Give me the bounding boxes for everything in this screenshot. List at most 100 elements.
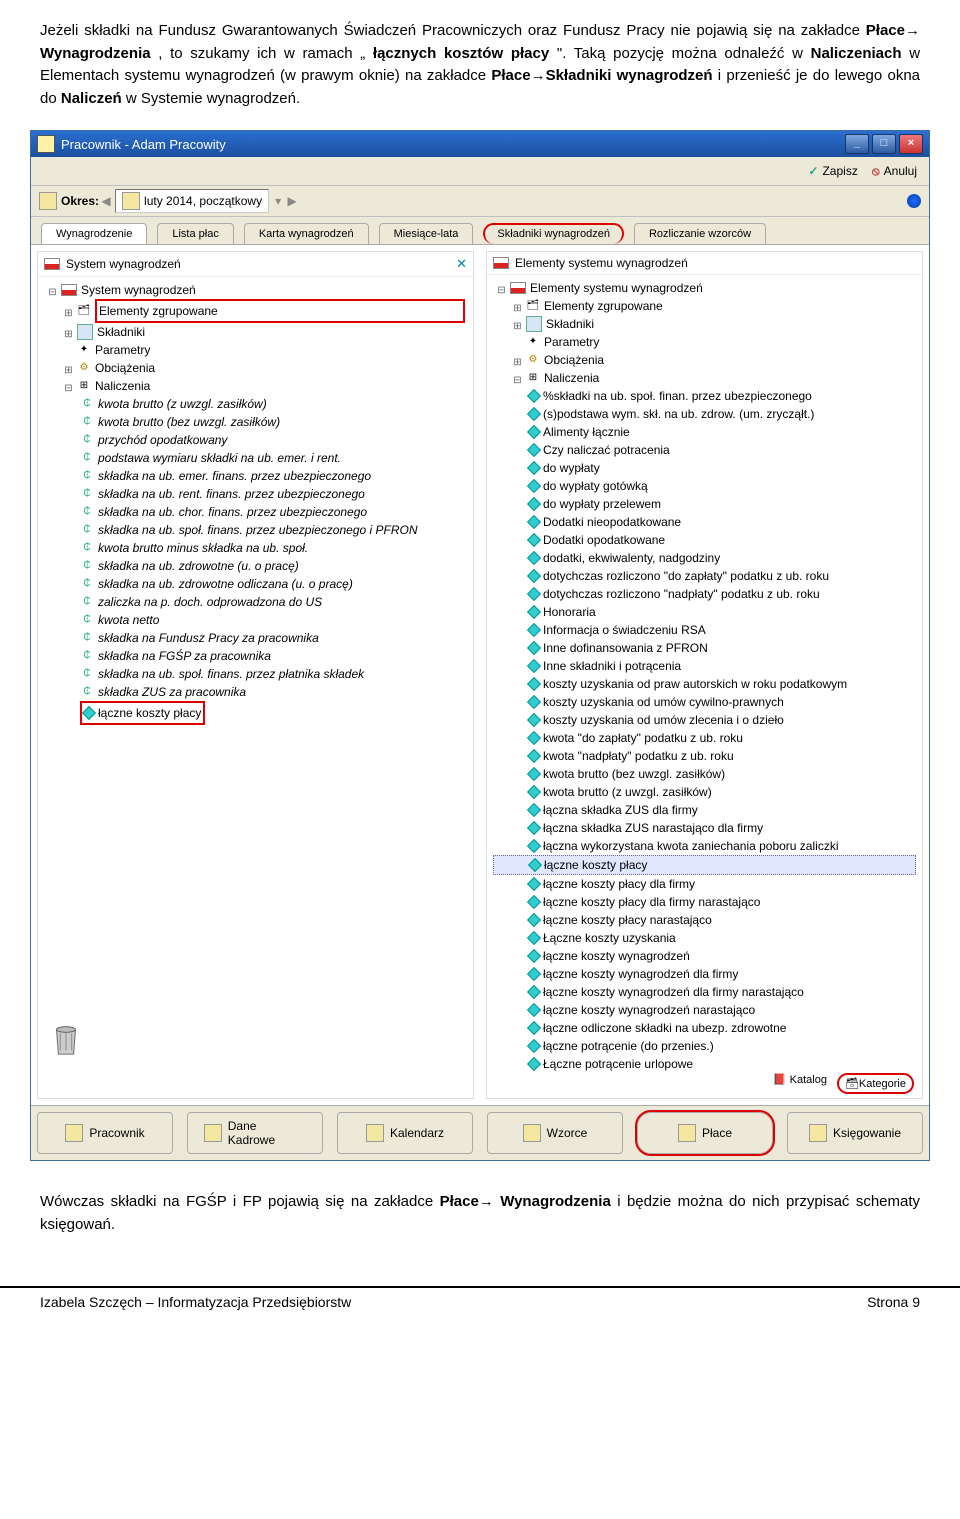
tree-item[interactable]: ₵składka na FGŚP za pracownika <box>44 647 467 665</box>
tab-wzorce[interactable]: Wzorce <box>487 1112 623 1154</box>
tab-place[interactable]: Płace <box>637 1112 773 1154</box>
tab-skladniki-wynagrodzen[interactable]: Składniki wynagrodzeń <box>483 223 624 244</box>
tree-item[interactable]: ₵składka na ub. emer. finans. przez ubez… <box>44 467 467 485</box>
tree-item[interactable]: ₵składka na ub. społ. finans. przez ubez… <box>44 521 467 539</box>
tree-item[interactable]: do wypłaty <box>493 459 916 477</box>
tree-item[interactable]: łączne potrącenie (do przenies.) <box>493 1037 916 1055</box>
minimize-button[interactable]: _ <box>845 134 869 154</box>
tree-elementy-zgrupowane[interactable]: Elementy zgrupowane <box>544 297 914 315</box>
tree-item[interactable]: koszty uzyskania od praw autorskich w ro… <box>493 675 916 693</box>
tab-pracownik[interactable]: Pracownik <box>37 1112 173 1154</box>
tree-item[interactable]: łączne koszty płacy narastająco <box>493 911 916 929</box>
kategorie-button[interactable]: 🗃 Kategorie <box>837 1073 914 1094</box>
tree-item[interactable]: ₵składka na ub. społ. finans. przez płat… <box>44 665 467 683</box>
tree-item[interactable]: łączne koszty wynagrodzeń narastająco <box>493 1001 916 1019</box>
tree-item[interactable]: ₵składka na Fundusz Pracy za pracownika <box>44 629 467 647</box>
tab-dane-kadrowe[interactable]: Dane Kadrowe <box>187 1112 323 1154</box>
tree-obciazenia[interactable]: Obciążenia <box>544 351 914 369</box>
tree-item[interactable]: ₵składka na ub. rent. finans. przez ubez… <box>44 485 467 503</box>
tree-naliczenia[interactable]: Naliczenia <box>95 377 465 395</box>
tree-item[interactable]: ₵składka ZUS za pracownika <box>44 683 467 701</box>
tree-item[interactable]: Inne składniki i potrącenia <box>493 657 916 675</box>
tree-item[interactable]: do wypłaty przelewem <box>493 495 916 513</box>
calendar-icon[interactable] <box>39 192 57 210</box>
tree-item[interactable]: Dodatki nieopodatkowane <box>493 513 916 531</box>
tab-wynagrodzenie[interactable]: Wynagrodzenie <box>41 223 147 244</box>
tree-item[interactable]: łączne koszty płacy <box>493 855 916 875</box>
tree-item[interactable]: łączne koszty płacy <box>44 701 467 725</box>
tree-skladniki[interactable]: Składniki <box>546 315 914 333</box>
tree-item[interactable]: do wypłaty gotówką <box>493 477 916 495</box>
tree-item[interactable]: łączne koszty wynagrodzeń dla firmy <box>493 965 916 983</box>
period-next[interactable]: ▶ <box>285 194 299 208</box>
tree-item[interactable]: %składki na ub. społ. finan. przez ubezp… <box>493 387 916 405</box>
tree-parametry[interactable]: Parametry <box>95 341 465 359</box>
tree-item[interactable]: dotychczas rozliczono "do zapłaty" podat… <box>493 567 916 585</box>
tree-item[interactable]: ₵kwota brutto minus składka na ub. społ. <box>44 539 467 557</box>
period-prev[interactable]: ◀ <box>99 194 113 208</box>
tree-root[interactable]: System wynagrodzeń <box>81 281 465 299</box>
tree-item[interactable]: kwota brutto (bez uwzgl. zasiłków) <box>493 765 916 783</box>
tree-item[interactable]: Łączne potrącenie urlopowe <box>493 1055 916 1073</box>
tree-item[interactable]: ₵podstawa wymiaru składki na ub. emer. i… <box>44 449 467 467</box>
tree-item[interactable]: Czy naliczać potracenia <box>493 441 916 459</box>
tree-item[interactable]: ₵kwota brutto (z uwzgl. zasiłków) <box>44 395 467 413</box>
person-icon <box>65 1124 83 1142</box>
tree-item[interactable]: dodatki, ekwiwalenty, nadgodziny <box>493 549 916 567</box>
tree-parametry[interactable]: Parametry <box>544 333 914 351</box>
tree-item[interactable]: łączna składka ZUS narastająco dla firmy <box>493 819 916 837</box>
tab-ksiegowanie[interactable]: Księgowanie <box>787 1112 923 1154</box>
tree-item[interactable]: (s)podstawa wym. skł. na ub. zdrow. (um.… <box>493 405 916 423</box>
cancel-button[interactable]: ⦸ Anuluj <box>868 162 921 181</box>
tab-rozliczanie-wzorcow[interactable]: Rozliczanie wzorców <box>634 223 766 244</box>
katalog-button[interactable]: 📕 Katalog <box>773 1073 827 1094</box>
tree-item[interactable]: kwota "nadpłaty" podatku z ub. roku <box>493 747 916 765</box>
maximize-button[interactable]: □ <box>872 134 896 154</box>
tree-item[interactable]: ₵składka na ub. chor. finans. przez ubez… <box>44 503 467 521</box>
period-value[interactable]: luty 2014, początkowy <box>115 189 269 213</box>
tree-elementy-zgrupowane[interactable]: Elementy zgrupowane <box>95 299 465 323</box>
tab-kalendarz[interactable]: Kalendarz <box>337 1112 473 1154</box>
tab-karta-wynagrodzen[interactable]: Karta wynagrodzeń <box>244 223 369 244</box>
tree-item[interactable]: koszty uzyskania od umów zlecenia i o dz… <box>493 711 916 729</box>
tree-item[interactable]: kwota "do zapłaty" podatku z ub. roku <box>493 729 916 747</box>
tree-item[interactable]: ₵przychód opodatkowany <box>44 431 467 449</box>
diamond-icon <box>527 479 541 493</box>
tree-item[interactable]: kwota brutto (z uwzgl. zasiłków) <box>493 783 916 801</box>
tree-item[interactable]: Honoraria <box>493 603 916 621</box>
help-icon[interactable] <box>907 194 921 208</box>
tree-item[interactable]: łączne koszty wynagrodzeń dla firmy nara… <box>493 983 916 1001</box>
tree-item[interactable]: Dodatki opodatkowane <box>493 531 916 549</box>
tree-item[interactable]: łączne koszty płacy dla firmy <box>493 875 916 893</box>
tree-item[interactable]: łączna składka ZUS dla firmy <box>493 801 916 819</box>
tools-icon[interactable]: ✕ <box>456 256 467 272</box>
tree-item[interactable]: łączne odliczone składki na ubezp. zdrow… <box>493 1019 916 1037</box>
save-button[interactable]: ✓ Zapisz <box>804 162 861 180</box>
tree-item[interactable]: Alimenty łącznie <box>493 423 916 441</box>
tree-item[interactable]: łączna wykorzystana kwota zaniechania po… <box>493 837 916 855</box>
tree-skladniki[interactable]: Składniki <box>97 323 465 341</box>
tree-naliczenia[interactable]: Naliczenia <box>544 369 914 387</box>
tree-item[interactable]: łączne koszty wynagrodzeń <box>493 947 916 965</box>
tree-item[interactable]: Informacja o świadczeniu RSA <box>493 621 916 639</box>
period-dropdown[interactable]: ▾ <box>271 194 285 208</box>
tab-lista-plac[interactable]: Lista płac <box>157 223 233 244</box>
tree-item[interactable]: koszty uzyskania od umów cywilno-prawnyc… <box>493 693 916 711</box>
tree-item[interactable]: ₵składka na ub. zdrowotne odliczana (u. … <box>44 575 467 593</box>
tree-item[interactable]: ₵kwota brutto (bez uwzgl. zasiłków) <box>44 413 467 431</box>
tree-item[interactable]: łączne koszty płacy dla firmy narastając… <box>493 893 916 911</box>
tree-root[interactable]: Elementy systemu wynagrodzeń <box>530 279 914 297</box>
cash-icon: ₵ <box>80 595 94 609</box>
tree-obciazenia[interactable]: Obciążenia <box>95 359 465 377</box>
tab-miesiace-lata[interactable]: Miesiące-lata <box>379 223 474 244</box>
trash-icon[interactable] <box>50 1020 82 1058</box>
window-title: Pracownik - Adam Pracowity <box>61 137 226 152</box>
tree-item[interactable]: Łączne koszty uzyskania <box>493 929 916 947</box>
tree-item[interactable]: Inne dofinansowania z PFRON <box>493 639 916 657</box>
flag-icon <box>61 284 77 296</box>
tree-item[interactable]: ₵zaliczka na p. doch. odprowadzona do US <box>44 593 467 611</box>
tree-item[interactable]: ₵kwota netto <box>44 611 467 629</box>
tree-item[interactable]: ₵składka na ub. zdrowotne (u. o pracę) <box>44 557 467 575</box>
tree-item[interactable]: dotychczas rozliczono "nadpłaty" podatku… <box>493 585 916 603</box>
close-button[interactable]: × <box>899 134 923 154</box>
